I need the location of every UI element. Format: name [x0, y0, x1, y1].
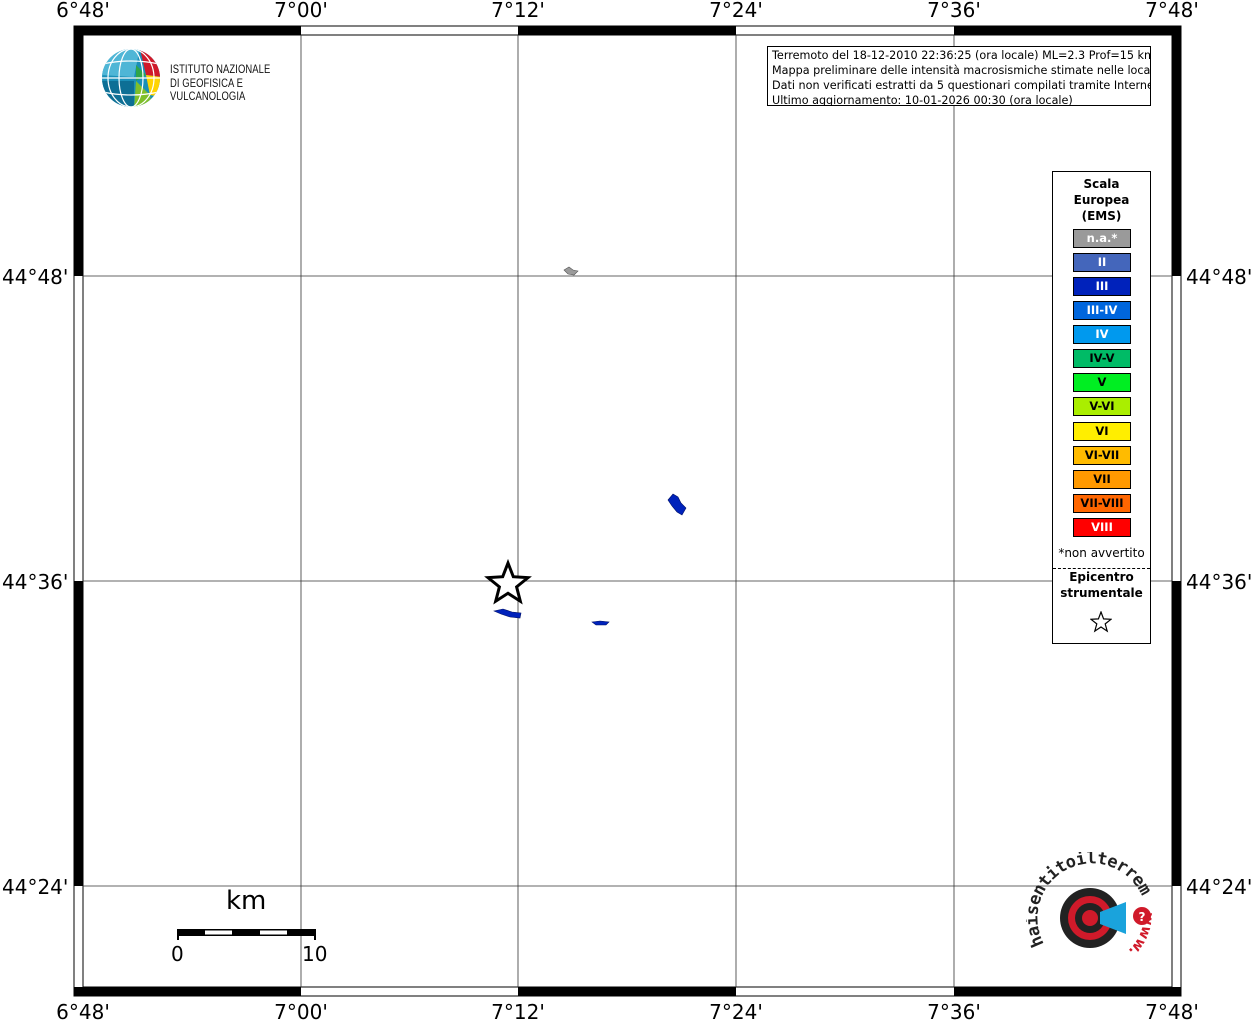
legend-swatch-v: V — [1073, 373, 1131, 392]
scale-bar-unit: km — [226, 886, 267, 916]
legend-title-line-2: Europea — [1073, 193, 1130, 207]
frame-segment-left — [74, 35, 83, 276]
legend-swatch-iii: III — [1073, 277, 1131, 296]
frame-segment-bottom — [954, 987, 1172, 996]
frame-corner — [74, 987, 83, 996]
x-tick-label-bottom: 6°48' — [56, 1000, 110, 1024]
legend-title-line-3: (EMS) — [1081, 209, 1122, 223]
y-tick-label-left: 44°48' — [2, 265, 69, 289]
frame-corner — [1172, 987, 1181, 996]
legend-swatch-iv: IV — [1073, 325, 1131, 344]
legend-epicenter-line-1: Epicentro — [1069, 570, 1134, 584]
y-tick-label-left: 44°24' — [2, 875, 69, 899]
scale-bar-graphic — [177, 929, 316, 940]
legend-title-line-1: Scala — [1083, 177, 1120, 191]
y-tick-label-left: 44°36' — [2, 570, 69, 594]
frame-segment-top — [954, 26, 1172, 35]
x-tick-label-top: 7°00' — [274, 0, 328, 22]
info-line-4: Ultimo aggiornamento: 10-01-2026 00:30 (… — [772, 94, 1073, 106]
x-tick-label-top: 7°48' — [1145, 0, 1199, 22]
info-line-2: Mappa preliminare delle intensità macros… — [772, 64, 1151, 77]
hai-sentito-badge: haisentitoilterremoto.it www. ? — [1026, 852, 1156, 959]
legend-swatch-iii-iv: III-IV — [1073, 301, 1131, 320]
legend-swatch-ii: II — [1073, 253, 1131, 272]
x-tick-label-bottom: 7°00' — [274, 1000, 328, 1024]
x-tick-label-bottom: 7°24' — [709, 1000, 763, 1024]
x-tick-label-bottom: 7°12' — [491, 1000, 545, 1024]
legend-note: *non avvertito — [1058, 546, 1145, 560]
frame-corner — [1172, 26, 1181, 35]
globe-icon — [102, 49, 160, 107]
legend-swatch-iv-v: IV-V — [1073, 349, 1131, 368]
y-tick-label-right: 44°24' — [1186, 875, 1253, 899]
frame-segment-top — [83, 26, 301, 35]
legend-swatch-vii-viii: VII-VIII — [1073, 494, 1131, 513]
legend-swatch-vii: VII — [1073, 470, 1131, 489]
x-tick-label-top: 7°36' — [927, 0, 981, 22]
observation-iii — [493, 608, 522, 619]
observation-iii — [667, 493, 687, 516]
legend-swatch-vi-vii: VI-VII — [1073, 446, 1131, 465]
epicenter-star-icon — [484, 558, 532, 605]
outer-frame-border — [73, 25, 1182, 997]
frame-segment-bottom — [518, 987, 736, 996]
x-tick-label-top: 7°24' — [709, 0, 763, 22]
x-tick-label-top: 6°48' — [56, 0, 110, 22]
info-line-1: Terremoto del 18-12-2010 22:36:25 (ora l… — [772, 49, 1151, 62]
frame-segment-right — [1172, 35, 1181, 276]
event-info-box: Terremoto del 18-12-2010 22:36:25 (ora l… — [767, 46, 1151, 106]
graticule — [83, 35, 1172, 987]
observation-na — [563, 266, 579, 276]
logo-line-1: ISTITUTO NAZIONALE — [170, 64, 271, 76]
y-tick-label-right: 44°48' — [1186, 265, 1253, 289]
observation-iii — [591, 620, 610, 626]
inner-frame-border — [82, 34, 1173, 988]
frame-segment-top — [518, 26, 736, 35]
legend-swatch-viii: VIII — [1073, 518, 1131, 537]
legend-swatch-na: n.a.* — [1073, 229, 1131, 248]
legend-swatch-vi: VI — [1073, 422, 1131, 441]
x-tick-label-bottom: 7°48' — [1145, 1000, 1199, 1024]
legend-swatch-v-vi: V-VI — [1073, 397, 1131, 416]
logo-line-2: DI GEOFISICA E VULCANOLOGIA — [170, 78, 246, 103]
svg-text:?: ? — [1139, 910, 1146, 924]
legend-star-icon — [1090, 611, 1112, 633]
x-tick-label-bottom: 7°36' — [927, 1000, 981, 1024]
frame-corner — [74, 26, 83, 35]
x-tick-label-top: 7°12' — [491, 0, 545, 22]
intensity-legend: Scala Europea (EMS) n.a.* II III III-IV … — [1052, 171, 1151, 644]
info-line-3: Dati non verificati estratti da 5 questi… — [772, 79, 1151, 92]
frame-segment-right — [1172, 581, 1181, 886]
frame-segment-left — [74, 581, 83, 886]
scale-bar-min: 0 — [171, 942, 184, 966]
ingv-logo: ISTITUTO NAZIONALE DI GEOFISICA E VULCAN… — [100, 47, 310, 109]
frame-segment-bottom — [83, 987, 301, 996]
legend-epicenter-line-2: strumentale — [1060, 586, 1143, 600]
scale-bar-max: 10 — [302, 942, 328, 966]
y-tick-label-right: 44°36' — [1186, 570, 1253, 594]
